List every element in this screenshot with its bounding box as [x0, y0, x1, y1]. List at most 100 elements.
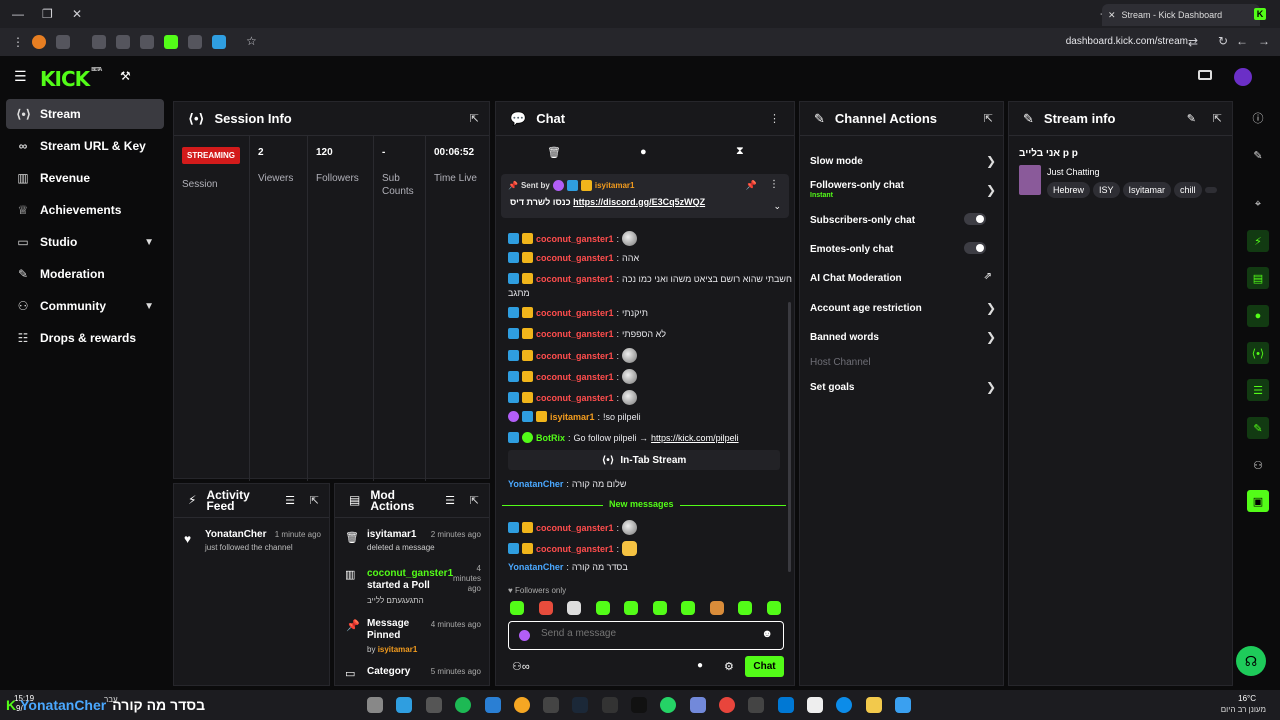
whatsapp-app-icon[interactable] [660, 697, 676, 713]
explorer-app-icon[interactable] [866, 697, 882, 713]
menu-icon[interactable]: ⋮ [12, 35, 24, 49]
wrench-icon[interactable]: ✎ [1247, 417, 1269, 439]
extension-icon[interactable] [56, 35, 70, 49]
focus-icon[interactable]: ⌖ [1247, 193, 1269, 215]
send-chat-button[interactable]: Chat [745, 656, 784, 677]
chat-link[interactable]: https://kick.com/pilpeli [651, 433, 739, 443]
chat-bubble-icon[interactable]: ● [640, 146, 647, 158]
extension-icon[interactable] [188, 35, 202, 49]
chat-username[interactable]: coconut_ganster1 [536, 253, 614, 263]
chat-message-input[interactable] [541, 628, 741, 639]
document-icon[interactable]: ▤ [1247, 267, 1269, 289]
trash-icon[interactable]: 🗑 [547, 146, 561, 159]
extension-icon[interactable] [92, 35, 106, 49]
sidebar-item-revenue[interactable]: ▥ Revenue [6, 163, 164, 193]
popout-icon[interactable]: ⇱ [1213, 112, 1222, 125]
app-icon[interactable] [602, 697, 618, 713]
category-thumbnail[interactable] [1019, 165, 1041, 195]
store-app-icon[interactable] [807, 697, 823, 713]
emote-icon[interactable] [624, 601, 638, 615]
subscribers-only-toggle[interactable] [964, 213, 986, 225]
support-icon[interactable]: ☊ [1236, 646, 1266, 676]
banned-words-row[interactable]: Banned words ❯ [810, 330, 996, 344]
tag[interactable]: Hebrew [1047, 182, 1091, 198]
extension-icon[interactable] [116, 35, 130, 49]
chat-username[interactable]: coconut_ganster1 [536, 393, 614, 403]
popout-icon[interactable]: ⇱ [470, 112, 479, 125]
emotes-only-toggle[interactable] [964, 242, 986, 254]
chat-username[interactable]: coconut_ganster1 [536, 544, 614, 554]
popout-icon[interactable]: ⇱ [984, 112, 993, 125]
browser-tab[interactable]: ✕ Stream - Kick Dashboard [1102, 4, 1260, 26]
avatar[interactable] [1234, 68, 1252, 86]
slow-mode-row[interactable]: Slow mode ❯ [810, 154, 996, 168]
tab-close-icon[interactable]: ✕ [1108, 10, 1116, 21]
vscode-app-icon[interactable] [485, 697, 501, 713]
info-icon[interactable]: ⓘ [1247, 107, 1269, 129]
steam-app-icon[interactable] [572, 697, 588, 713]
activity-user[interactable]: YonatanCher [205, 529, 267, 540]
app-icon[interactable] [426, 697, 442, 713]
followers-only-row[interactable]: Followers-only chat Instant ❯ [810, 180, 996, 199]
tag[interactable] [1204, 187, 1217, 193]
extension-icon[interactable] [164, 35, 178, 49]
in-tab-stream-button[interactable]: ⟨•⟩ In-Tab Stream [508, 450, 780, 470]
tools-icon[interactable]: ⚒ [120, 69, 131, 83]
mod-user[interactable]: isyitamar1 [378, 645, 418, 654]
chat-username[interactable]: BotRix [536, 433, 565, 443]
chat-username[interactable]: isyitamar1 [550, 412, 595, 422]
monitor-icon[interactable] [1198, 70, 1212, 80]
users-icon[interactable]: ⚇∞ [512, 660, 530, 673]
pinned-link[interactable]: https://discord.gg/E3Cq5zWQZ [573, 197, 705, 207]
bolt-icon[interactable]: ⚡ [1247, 230, 1269, 252]
chat-username[interactable]: coconut_ganster1 [536, 351, 614, 361]
chat-username[interactable]: YonatanCher [508, 562, 563, 572]
chat-username[interactable]: coconut_ganster1 [536, 372, 614, 382]
back-icon[interactable]: ← [1236, 34, 1248, 48]
hamburger-icon[interactable]: ☰ [14, 68, 27, 85]
pen-icon[interactable]: ✎ [1247, 144, 1269, 166]
forward-icon[interactable]: → [1258, 34, 1270, 48]
app-icon[interactable] [514, 697, 530, 713]
pinned-user[interactable]: isyitamar1 [595, 181, 635, 190]
tiktok-app-icon[interactable] [631, 697, 647, 713]
extension-icon[interactable] [212, 35, 226, 49]
tag[interactable]: ISY [1093, 182, 1120, 198]
emote-icon[interactable] [510, 601, 524, 615]
sidebar-item-drops[interactable]: ☷ Drops & rewards [6, 323, 164, 353]
scrollbar[interactable] [788, 302, 791, 572]
ai-moderation-row[interactable]: AI Chat Moderation ⇗ [810, 271, 996, 284]
edit-icon[interactable]: ✎ [1187, 112, 1196, 125]
emote-icon[interactable] [767, 601, 781, 615]
extension-icon[interactable]: ▣ [1247, 490, 1269, 512]
star-icon[interactable]: ☆ [246, 34, 257, 48]
reload-icon[interactable]: ↻ [1218, 34, 1228, 48]
extension-icon[interactable] [32, 35, 46, 49]
settings-app-icon[interactable] [367, 697, 383, 713]
mail-app-icon[interactable] [778, 697, 794, 713]
sidebar-item-stream[interactable]: ⟨•⟩ Stream [6, 99, 164, 129]
emote-icon[interactable] [738, 601, 752, 615]
broadcast-icon[interactable]: ⟨•⟩ [1247, 342, 1269, 364]
app-icon[interactable] [543, 697, 559, 713]
chat-bubble-icon[interactable]: ● [1247, 305, 1269, 327]
emoji-icon[interactable]: ☻ [761, 628, 773, 640]
emote-icon[interactable] [710, 601, 724, 615]
filter-icon[interactable]: ☰ [285, 494, 295, 507]
weather-temp[interactable]: 16°C [1238, 694, 1256, 703]
set-goals-row[interactable]: Set goals ❯ [810, 380, 996, 394]
url-text[interactable]: dashboard.kick.com/stream [1066, 36, 1188, 47]
list-icon[interactable]: ☰ [1247, 379, 1269, 401]
sidebar-item-achievements[interactable]: ♕ Achievements [6, 195, 164, 225]
more-vertical-icon[interactable]: ⋮ [769, 179, 779, 190]
sidebar-item-community[interactable]: ⚇ Community ▼ [6, 291, 164, 321]
tag[interactable]: Isyitamar [1122, 182, 1172, 198]
more-vertical-icon[interactable]: ⋮ [769, 112, 780, 125]
pin-icon[interactable]: 📌 [746, 180, 757, 191]
spotify-app-icon[interactable] [455, 697, 471, 713]
popout-icon[interactable]: ⇱ [470, 494, 479, 507]
sidebar-item-moderation[interactable]: ✎ Moderation [6, 259, 164, 289]
hourglass-icon[interactable]: ⧗ [736, 145, 744, 158]
chat-input[interactable]: ☻ [508, 621, 784, 650]
sidebar-item-studio[interactable]: ▭ Studio ▼ [6, 227, 164, 257]
